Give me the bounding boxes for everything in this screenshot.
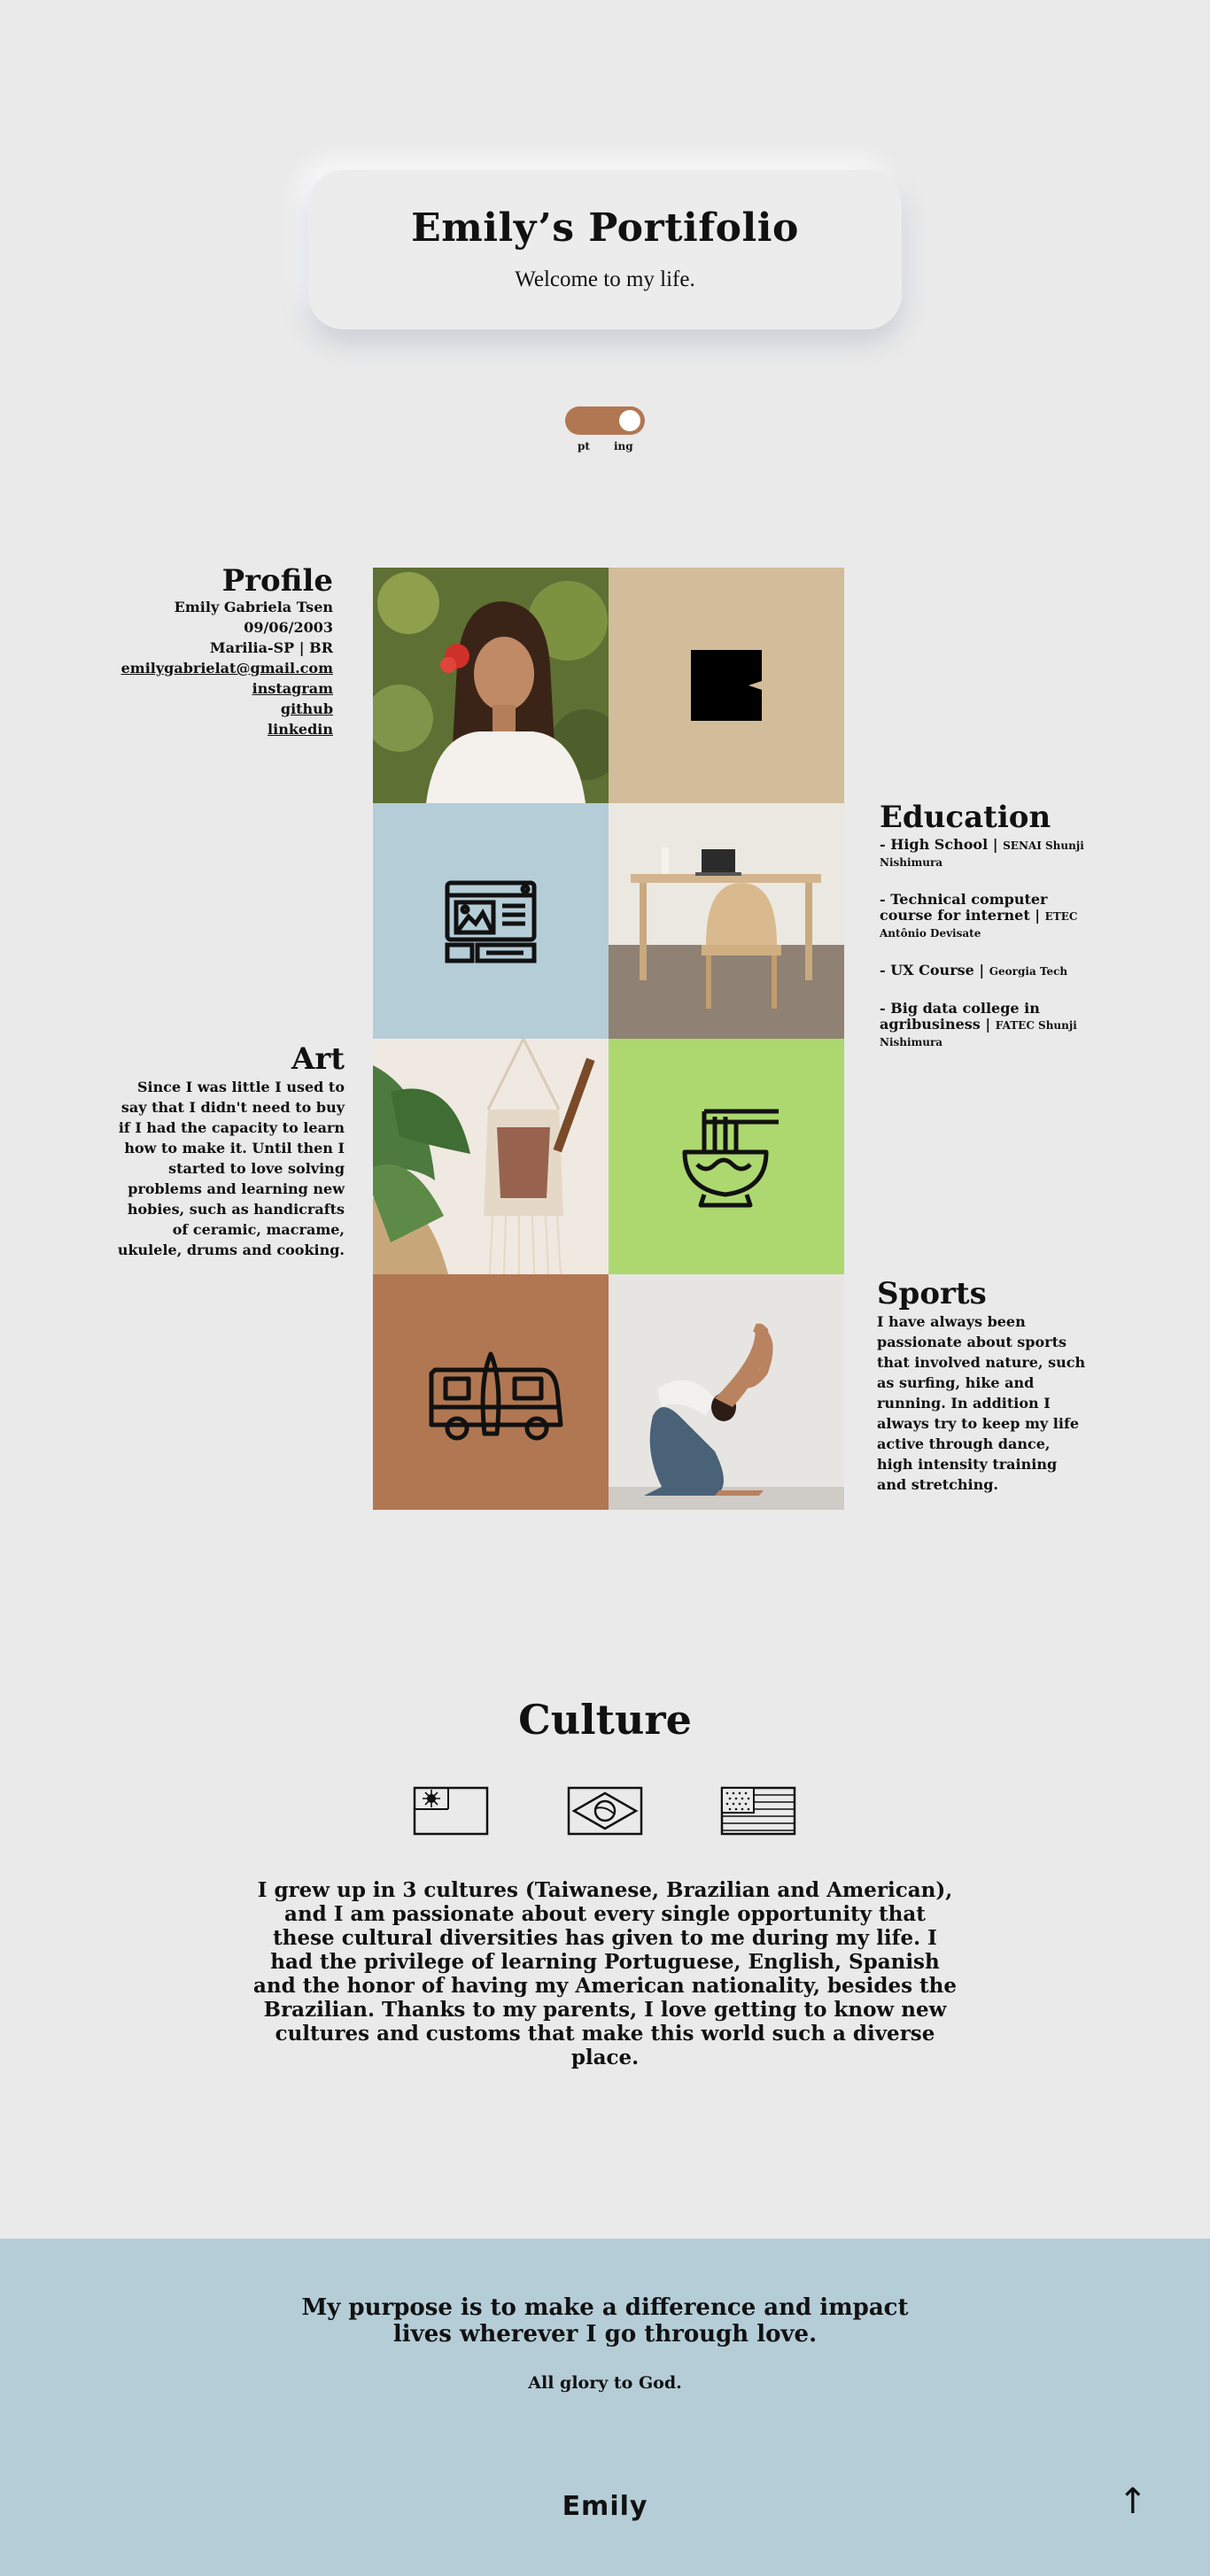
education-item: - UX Course | Georgia Tech	[880, 962, 1068, 979]
profile-name: Emily Gabriela Tsen	[174, 599, 333, 615]
sports-title: Sports	[877, 1276, 987, 1311]
art-title: Art	[291, 1041, 345, 1077]
art-section: Art Since I was little I used to say tha…	[115, 1041, 345, 1260]
letter-e-logo-tile	[609, 568, 844, 803]
page-subtitle: Welcome to my life.	[515, 267, 695, 291]
noodle-bowl-icon	[682, 1109, 779, 1208]
usa-flag-icon	[720, 1786, 796, 1836]
purpose-statement: My purpose is to make a difference and i…	[0, 2294, 1210, 2348]
surf-van-icon	[429, 1351, 563, 1441]
linkedin-link[interactable]: linkedin	[268, 721, 333, 738]
profile-email-link[interactable]: emilygabrielat@gmail.com	[121, 660, 333, 677]
education-item: - High School | SENAI Shunji Nishimura	[880, 836, 1084, 870]
surf-van-tile	[373, 1274, 609, 1510]
footer	[0, 2239, 1210, 2576]
profile-section: Profile Emily Gabriela Tsen 09/06/2003 M…	[89, 563, 333, 739]
webpage-layout-icon	[445, 880, 537, 963]
lang-label-ing[interactable]: ing	[614, 440, 633, 453]
profile-birthdate: 09/06/2003	[244, 619, 333, 636]
letter-e-logo-icon	[691, 650, 762, 721]
purpose-line: My purpose is to make a difference and i…	[301, 2294, 909, 2321]
purpose-line: lives wherever I go through love.	[392, 2321, 818, 2348]
education-title: Education	[880, 800, 1051, 835]
noodle-bowl-tile	[609, 1039, 844, 1274]
culture-title: Culture	[518, 1696, 692, 1744]
page-title: Emily’s Portifolio	[411, 205, 799, 251]
toggle-knob[interactable]	[619, 410, 640, 431]
back-to-top-arrow-icon[interactable]: ↑	[1118, 2479, 1148, 2524]
brazil-flag-icon	[567, 1786, 643, 1836]
portrait-photo	[373, 568, 609, 803]
profile-location: Marilia-SP | BR	[209, 639, 333, 656]
desk-chair-photo	[609, 803, 844, 1039]
culture-text: I grew up in 3 cultures (Taiwanese, Braz…	[252, 1878, 958, 2069]
sports-section: Sports I have always been passionate abo…	[877, 1276, 1090, 1495]
language-toggle[interactable]	[565, 406, 645, 435]
header-card: Emily’s Portifolio Welcome to my life.	[308, 170, 902, 329]
education-item: - Technical computer course for internet…	[880, 891, 1078, 940]
education-section: Education - High School | SENAI Shunji N…	[880, 800, 1101, 1050]
macrame-ukulele-photo	[373, 1039, 609, 1274]
taiwan-flag-icon	[413, 1786, 489, 1836]
github-link[interactable]: github	[281, 700, 333, 717]
lang-label-pt[interactable]: pt	[578, 440, 590, 453]
yoga-pose-photo	[609, 1274, 844, 1510]
education-item: - Big data college in agribusiness | FAT…	[880, 1000, 1077, 1049]
sports-text: I have always been passionate about spor…	[877, 1313, 1086, 1493]
footer-brand-logo[interactable]: Emily	[0, 2491, 1210, 2522]
glory-text: All glory to God.	[528, 2373, 682, 2393]
instagram-link[interactable]: instagram	[252, 680, 333, 697]
art-text: Since I was little I used to say that I …	[117, 1079, 345, 1258]
profile-title: Profile	[221, 563, 333, 599]
webpage-layout-tile	[373, 803, 609, 1039]
